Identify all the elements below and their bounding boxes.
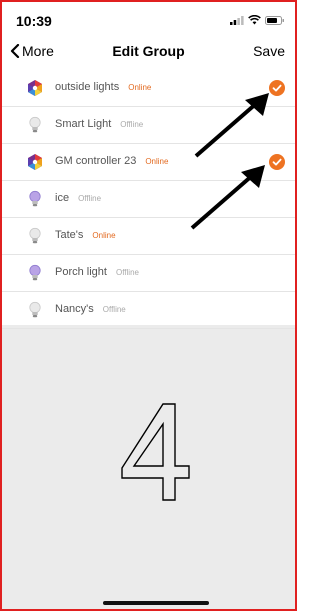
status-icons xyxy=(230,15,285,25)
device-name: Tate's Online xyxy=(55,229,116,241)
rgb-controller-icon xyxy=(26,79,44,97)
device-name-text: Porch light xyxy=(55,266,107,278)
device-row[interactable]: Porch light Offline xyxy=(2,255,295,292)
status-time: 10:39 xyxy=(16,13,52,29)
white-bulb-icon xyxy=(26,301,44,319)
white-bulb-icon xyxy=(26,227,44,245)
color-bulb-icon xyxy=(26,190,44,208)
home-indicator[interactable] xyxy=(103,601,209,605)
device-status: Online xyxy=(92,231,116,240)
cellular-signal-icon xyxy=(230,15,244,25)
device-status: Offline xyxy=(115,268,139,277)
device-name-text: outside lights xyxy=(55,81,120,93)
device-name-text: Smart Light xyxy=(55,118,112,130)
annotation-number: 4 xyxy=(155,461,157,463)
device-name-text: GM controller 23 xyxy=(55,155,137,167)
status-bar: 10:39 xyxy=(2,2,295,36)
battery-icon xyxy=(265,15,284,25)
screenshot-frame: 10:39 More Edit Group Save outside light… xyxy=(0,0,297,611)
device-name: Porch light Offline xyxy=(55,266,139,278)
page-title: Edit Group xyxy=(112,43,185,59)
device-status: Offline xyxy=(120,120,144,129)
device-name: GM controller 23 Online xyxy=(55,155,168,167)
device-name-text: ice xyxy=(55,192,70,204)
device-name: Smart Light Offline xyxy=(55,118,143,130)
annotation-arrow-1 xyxy=(194,93,269,158)
white-bulb-icon xyxy=(26,116,44,134)
device-name-text: Nancy's xyxy=(55,303,94,315)
top-panel: 10:39 More Edit Group Save outside light… xyxy=(2,2,295,329)
device-name-text: Tate's xyxy=(55,229,84,241)
device-name: outside lights Online xyxy=(55,81,151,93)
color-bulb-icon xyxy=(26,264,44,282)
device-status: Online xyxy=(145,157,169,166)
save-button[interactable]: Save xyxy=(253,43,285,59)
annotation-arrow-2 xyxy=(190,165,265,230)
annotation-numeral: 4 xyxy=(121,403,190,501)
device-status: Offline xyxy=(78,194,102,203)
device-name: Nancy's Offline xyxy=(55,303,126,315)
rgb-controller-icon xyxy=(26,153,44,171)
device-status: Online xyxy=(128,83,152,92)
wifi-icon xyxy=(248,15,261,25)
device-row[interactable]: Nancy's Offline xyxy=(2,292,295,329)
device-name: ice Offline xyxy=(55,192,101,204)
device-status: Offline xyxy=(102,305,126,314)
navigation-bar: More Edit Group Save xyxy=(2,38,295,68)
